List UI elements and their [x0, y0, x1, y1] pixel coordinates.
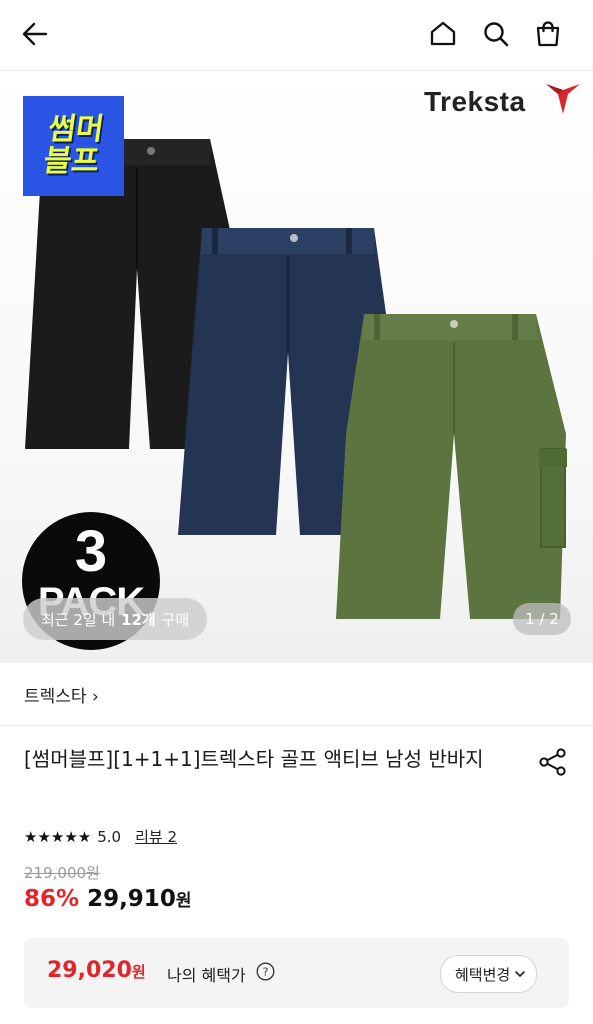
shopping-bag-icon — [536, 21, 560, 47]
recent-count: 12개 — [121, 610, 156, 629]
back-button[interactable] — [15, 14, 55, 54]
arrow-left-icon — [22, 22, 48, 46]
discount-rate: 86% — [24, 886, 80, 912]
search-icon — [484, 22, 509, 47]
home-icon — [430, 21, 456, 46]
promo-badge: 썸머 블프 — [23, 96, 124, 196]
recent-suffix: 구매 — [156, 610, 190, 629]
recent-purchase-chip: 최근 2일 내 12개 구매 — [23, 598, 208, 640]
change-benefit-button[interactable]: 혜택변경 — [440, 955, 538, 993]
treksta-mark-icon — [546, 84, 580, 114]
green-shorts-image — [336, 314, 567, 619]
benefit-price: 29,020원 — [47, 958, 146, 983]
brand-row: 트렉스타 › — [0, 663, 593, 726]
chevron-down-icon — [515, 971, 526, 977]
brand-store-link[interactable]: 트렉스타 › — [24, 682, 99, 707]
sale-price: 29,910 — [87, 886, 176, 912]
original-price: 219,000원 — [24, 864, 100, 882]
change-benefit-label: 혜택변경 — [455, 965, 511, 984]
price-row: 86% 29,910 원 — [24, 886, 191, 912]
home-button[interactable] — [423, 14, 463, 54]
brand-logo: Treksta — [424, 80, 584, 124]
pack-number: 3 — [74, 519, 108, 584]
share-icon — [539, 748, 566, 776]
product-image-carousel[interactable]: 썸머 블프 Treksta 3 PACK 최근 2일 내 12개 구매 1 / … — [0, 71, 593, 663]
star-rating-icons: ★★★★★ — [24, 827, 92, 846]
rating-score: 5.0 — [97, 827, 122, 846]
benefit-price-value: 29,020 — [47, 958, 132, 983]
my-benefit-box: 29,020원 나의 혜택가 ? 혜택변경 — [24, 938, 569, 1008]
top-nav-bar — [0, 0, 593, 71]
rating-row: ★★★★★ 5.0 리뷰 2 — [24, 826, 177, 847]
benefit-label: 나의 혜택가 — [167, 966, 246, 985]
brand-logo-text: Treksta — [424, 86, 526, 117]
sale-price-currency: 원 — [175, 891, 192, 911]
product-title: [썸머블프][1+1+1]트렉스타 골프 액티브 남성 반바지 — [24, 747, 484, 771]
cart-button[interactable] — [528, 14, 568, 54]
product-title-row: [썸머블프][1+1+1]트렉스타 골프 액티브 남성 반바지 — [24, 742, 524, 776]
benefit-price-currency: 원 — [131, 963, 146, 981]
promo-badge-text: 썸머 블프 — [41, 112, 106, 179]
search-button[interactable] — [476, 14, 516, 54]
image-page-indicator: 1 / 2 — [513, 603, 571, 635]
recent-prefix: 최근 2일 내 — [41, 610, 121, 629]
review-link[interactable]: 리뷰 2 — [135, 826, 177, 847]
svg-text:?: ? — [263, 966, 269, 979]
question-circle-icon[interactable]: ? — [256, 962, 275, 981]
share-button[interactable] — [537, 746, 569, 778]
